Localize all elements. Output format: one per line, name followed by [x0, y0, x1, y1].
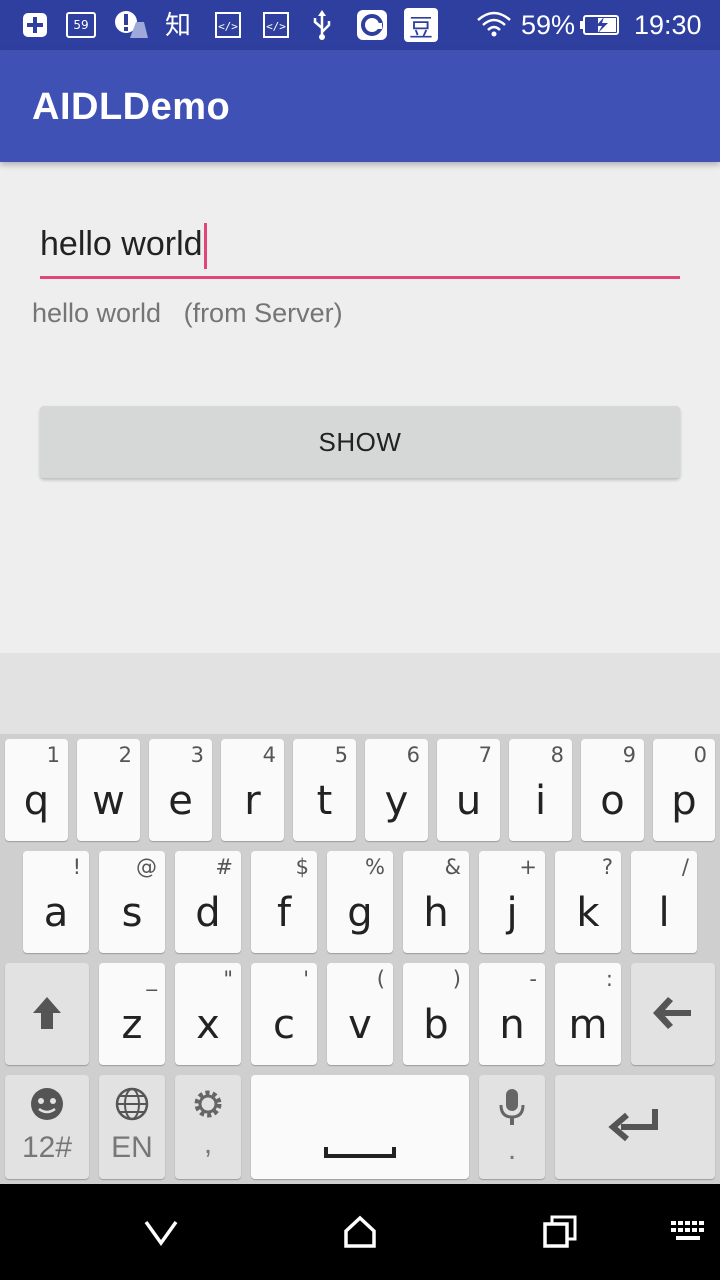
key-x[interactable]: " x	[175, 963, 241, 1065]
key-s[interactable]: @ s	[99, 851, 165, 953]
key-z[interactable]: _ z	[99, 963, 165, 1065]
settings-comma-key[interactable]: ,	[175, 1075, 241, 1179]
key-v[interactable]: (v	[327, 963, 393, 1065]
key-i[interactable]: 8i	[509, 739, 572, 841]
enter-key[interactable]	[555, 1075, 715, 1179]
show-button[interactable]: SHOW	[40, 406, 680, 478]
shift-arrow-icon	[5, 993, 89, 1038]
keyboard-switch-button[interactable]	[660, 1206, 716, 1258]
space-bar-icon	[251, 1145, 469, 1164]
home-button[interactable]	[330, 1206, 390, 1258]
code-icon: </>	[214, 10, 242, 40]
browser-app-icon	[356, 10, 388, 40]
soft-keyboard: 1q 2w 3e 4r 5t 6y 7u 8i 9o 0p ! a @ s # d $…	[0, 734, 720, 1184]
globe-icon	[99, 1087, 165, 1126]
language-key[interactable]: EN	[99, 1075, 165, 1179]
symbols-key[interactable]: 12#	[5, 1075, 89, 1179]
key-e[interactable]: 3e	[149, 739, 212, 841]
key-f[interactable]: $ f	[251, 851, 317, 953]
key-o[interactable]: 9o	[581, 739, 644, 841]
backspace-icon	[631, 993, 715, 1038]
key-c[interactable]: ' c	[251, 963, 317, 1065]
key-t[interactable]: 5t	[293, 739, 356, 841]
keyboard-suggestion-strip	[0, 653, 720, 734]
mic-period-key[interactable]: .	[479, 1075, 545, 1179]
enter-icon	[555, 1105, 715, 1150]
key-w[interactable]: 2w	[77, 739, 140, 841]
key-m[interactable]: :m	[555, 963, 621, 1065]
svg-text:</>: </>	[266, 20, 286, 33]
wifi-icon	[476, 10, 512, 40]
input-underline	[40, 276, 680, 279]
server-response-text: hello world (from Server)	[32, 298, 343, 328]
gear-icon	[175, 1087, 241, 1126]
key-b[interactable]: ) b	[403, 963, 469, 1065]
key-h[interactable]: & h	[403, 851, 469, 953]
key-n[interactable]: -n	[479, 963, 545, 1065]
battery-charging-icon	[580, 10, 620, 40]
emoji-icon	[5, 1087, 89, 1126]
text-caret	[203, 223, 207, 270]
zhi-icon: 知	[165, 10, 192, 40]
mic-icon	[479, 1087, 545, 1132]
key-p[interactable]: 0p	[653, 739, 715, 841]
key-a[interactable]: ! a	[23, 851, 89, 953]
key-l[interactable]: / l	[631, 851, 697, 953]
app-title: AIDLDemo	[32, 86, 231, 128]
key-q[interactable]: 1q	[5, 739, 68, 841]
status-bar: 59 知 </> </> 豆 59% 19:30	[0, 0, 720, 50]
back-button[interactable]	[131, 1206, 191, 1258]
shift-key[interactable]	[5, 963, 89, 1065]
key-d[interactable]: # d	[175, 851, 241, 953]
clock: 19:30	[634, 10, 702, 40]
code-icon: </>	[262, 10, 290, 40]
keyboard-icon	[671, 1221, 704, 1240]
backspace-key[interactable]	[631, 963, 715, 1065]
key-r[interactable]: 4r	[221, 739, 284, 841]
key-j[interactable]: + j	[479, 851, 545, 953]
recents-icon	[543, 1215, 577, 1248]
battery-percent: 59%	[521, 10, 576, 40]
badge-59-icon: 59	[66, 10, 96, 40]
chevron-down-icon	[144, 1220, 178, 1247]
alert-cleaner-icon	[114, 10, 150, 40]
message-input[interactable]: hello world	[40, 210, 680, 280]
space-key[interactable]	[251, 1075, 469, 1179]
key-k[interactable]: ? k	[555, 851, 621, 953]
key-y[interactable]: 6y	[365, 739, 428, 841]
recents-button[interactable]	[530, 1206, 590, 1258]
douban-icon: 豆	[404, 8, 438, 42]
key-u[interactable]: 7u	[437, 739, 500, 841]
svg-text:</>: </>	[218, 20, 238, 33]
app-bar: AIDLDemo	[0, 50, 720, 162]
navigation-bar	[0, 1184, 720, 1280]
key-g[interactable]: % g	[327, 851, 393, 953]
usb-icon	[310, 10, 334, 40]
add-notification-icon	[22, 10, 48, 40]
message-input-text[interactable]: hello world	[40, 222, 207, 270]
home-icon	[344, 1215, 376, 1248]
